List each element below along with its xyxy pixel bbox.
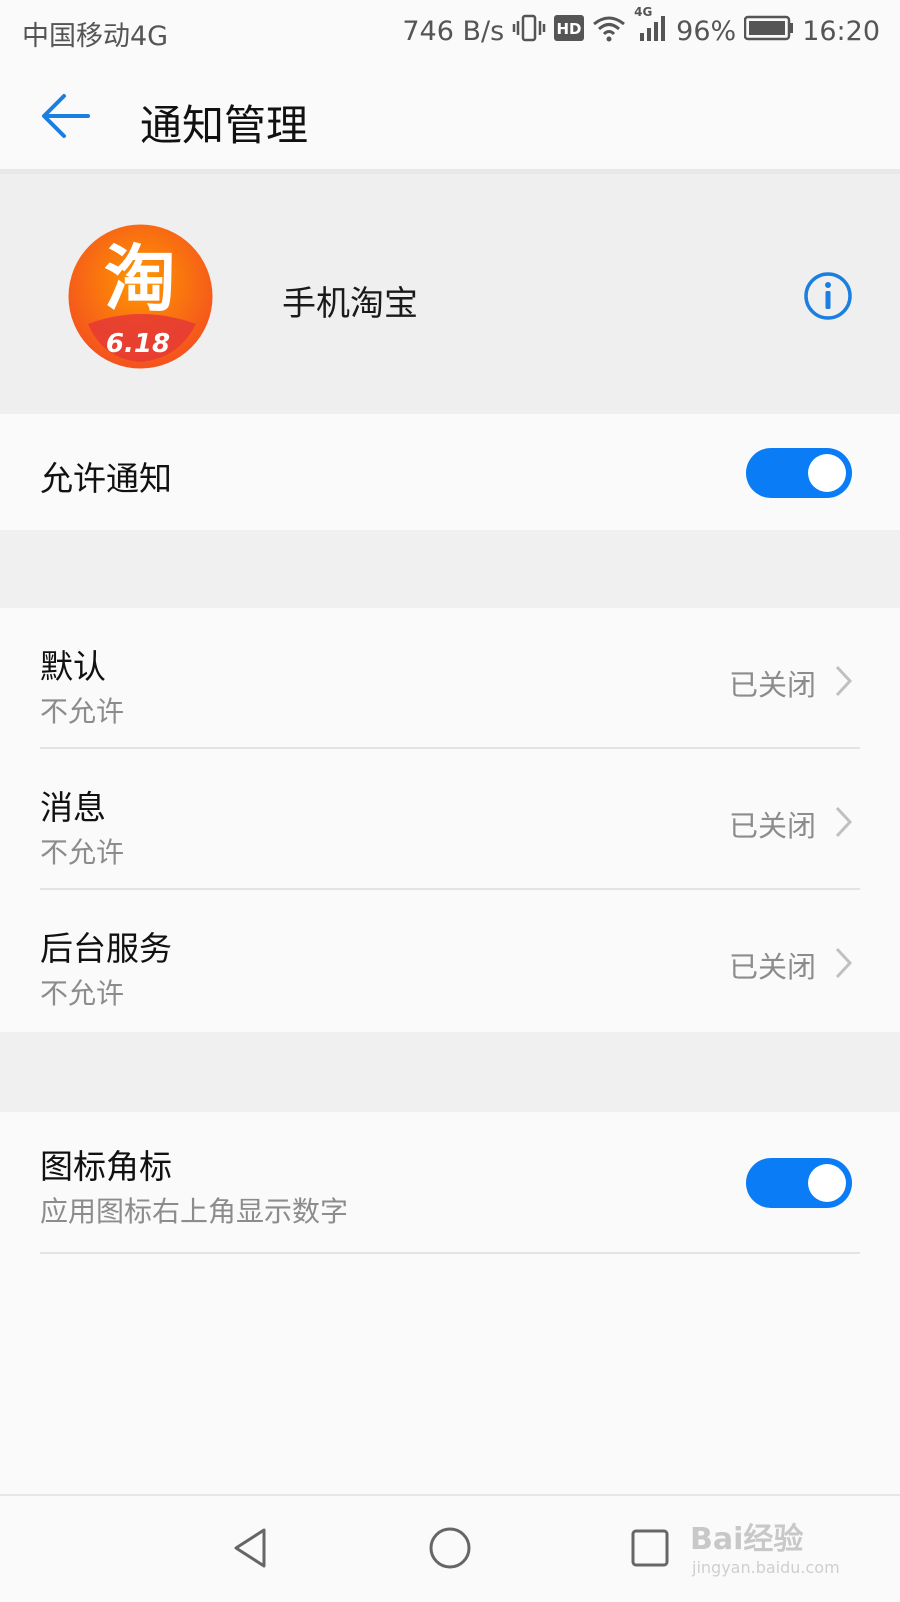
- channel-title: 消息: [40, 788, 106, 827]
- nav-back-button[interactable]: [226, 1524, 274, 1572]
- carrier-label: 中国移动4G: [22, 21, 169, 52]
- app-name: 手机淘宝: [282, 284, 418, 324]
- channel-row-message[interactable]: 消息 不允许 已关闭: [0, 749, 900, 890]
- badge-setting-row[interactable]: 图标角标 应用图标右上角显示数字: [0, 1112, 900, 1254]
- app-info-button[interactable]: [802, 270, 854, 322]
- allow-notifications-label: 允许通知: [40, 459, 172, 498]
- channel-row-background[interactable]: 后台服务 不允许 已关闭: [0, 890, 900, 1032]
- status-bar: 中国移动4G 746 B/s HD 4G 96% 16:20: [0, 0, 900, 62]
- network-badge: 4G: [634, 4, 653, 19]
- triangle-back-icon: [234, 1528, 266, 1568]
- battery-icon: [743, 15, 794, 48]
- vibrate-icon: [512, 13, 546, 50]
- badge-setting-title: 图标角标: [40, 1147, 172, 1186]
- toggle-knob: [808, 1164, 846, 1202]
- channel-subtitle: 不允许: [40, 836, 125, 869]
- channel-subtitle: 不允许: [40, 695, 125, 728]
- allow-notifications-row: 允许通知: [0, 414, 900, 530]
- channel-status: 已关闭: [728, 950, 816, 984]
- watermark-url: jingyan.baidu.com: [692, 1558, 840, 1577]
- channel-row-default[interactable]: 默认 不允许 已关闭: [0, 608, 900, 749]
- network-speed: 746 B/s: [402, 15, 505, 47]
- nav-home-button[interactable]: [426, 1524, 474, 1572]
- page-title: 通知管理: [140, 101, 309, 150]
- circle-home-icon: [429, 1527, 471, 1569]
- toggle-knob: [808, 454, 846, 492]
- battery-percent: 96%: [676, 15, 737, 47]
- chevron-right-icon: [835, 806, 853, 838]
- navigation-bar: Bai经验 jingyan.baidu.com: [0, 1494, 900, 1602]
- hd-text: HD: [557, 20, 582, 38]
- channel-title: 后台服务: [40, 929, 172, 968]
- allow-notifications-toggle[interactable]: [746, 448, 852, 498]
- logo-char: 淘: [104, 237, 176, 321]
- back-button[interactable]: [36, 88, 96, 144]
- badge-setting-section: 图标角标 应用图标右上角显示数字: [0, 1112, 900, 1494]
- section-gap: [0, 530, 900, 608]
- arrow-left-icon: [42, 94, 90, 138]
- badge-setting-toggle[interactable]: [746, 1158, 852, 1208]
- channel-subtitle: 不允许: [40, 977, 125, 1010]
- logo-badge: 6.18: [106, 329, 170, 359]
- badge-setting-subtitle: 应用图标右上角显示数字: [40, 1195, 349, 1228]
- app-header: 淘 6.18 手机淘宝: [0, 174, 900, 414]
- baidu-watermark: Bai经验: [690, 1522, 804, 1557]
- nav-recents-button[interactable]: [626, 1524, 674, 1572]
- signal-icon: 4G: [634, 5, 668, 50]
- app-bar: 通知管理: [0, 62, 900, 174]
- hd-icon: HD: [554, 14, 585, 48]
- section-gap: [0, 1032, 900, 1112]
- status-icons: 746 B/s HD 4G 96% 16:20: [402, 5, 880, 50]
- info-icon: [804, 272, 852, 320]
- chevron-right-icon: [835, 665, 853, 697]
- app-logo: 淘 6.18: [68, 224, 213, 369]
- channel-status: 已关闭: [728, 809, 816, 843]
- divider: [40, 1252, 860, 1254]
- channel-status: 已关闭: [728, 668, 816, 702]
- chevron-right-icon: [835, 947, 853, 979]
- channel-list: 默认 不允许 已关闭 消息 不允许 已关闭 后台服务 不允许 已关闭: [0, 608, 900, 1032]
- wifi-icon: [592, 14, 626, 49]
- clock: 16:20: [802, 15, 880, 47]
- channel-title: 默认: [40, 647, 106, 686]
- square-recents-icon: [631, 1529, 669, 1567]
